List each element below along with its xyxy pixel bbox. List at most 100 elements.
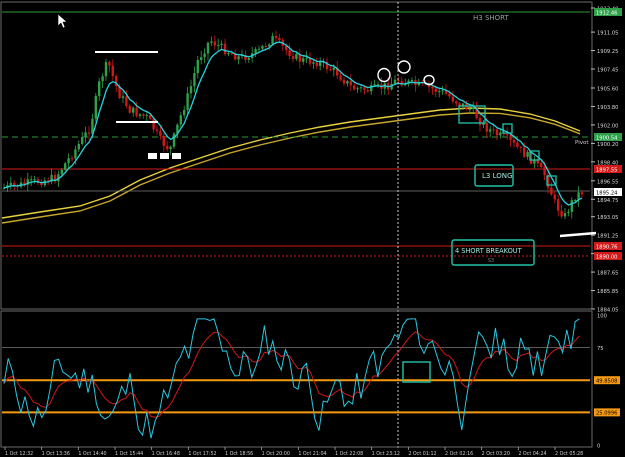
bull-candle-body — [247, 58, 250, 60]
stoch-level-tag-label: 49.8508 — [596, 378, 617, 384]
bear-candle-body — [264, 46, 267, 48]
bull-candle-body — [67, 158, 70, 164]
stoch-level-tag-label: 25.0996 — [596, 411, 617, 417]
bear-candle-body — [339, 75, 342, 80]
time-axis-label: 1 Oct 13:36 — [42, 451, 70, 457]
bull-candle-body — [227, 53, 230, 55]
bull-candle-body — [410, 80, 414, 82]
pivot-label: Pivot — [575, 140, 589, 146]
bull-candle-body — [138, 114, 142, 116]
bull-candle-body — [210, 41, 213, 43]
bear-candle-body — [329, 69, 332, 71]
bull-candle-body — [393, 79, 397, 84]
stoch-scale-label: 75 — [597, 346, 604, 352]
time-axis-label: 1 Oct 21:04 — [298, 451, 326, 457]
bear-candle-body — [485, 122, 488, 132]
bear-candle-body — [288, 50, 291, 57]
bear-candle-body — [519, 146, 522, 148]
bull-candle-body — [254, 49, 257, 54]
bull-candle-body — [98, 81, 101, 96]
bear-candle-body — [553, 194, 556, 200]
bear-candle-body — [540, 163, 543, 167]
bear-candle-body — [455, 101, 458, 104]
bull-candle-body — [302, 58, 305, 62]
bear-candle-body — [523, 147, 526, 157]
bull-candle-body — [563, 213, 567, 217]
bear-candle-body — [162, 135, 165, 146]
time-axis-label: 1 Oct 14:40 — [78, 451, 106, 457]
bear-candle-body — [213, 41, 216, 46]
bull-candle-body — [271, 36, 274, 45]
bear-candle-body — [536, 160, 539, 164]
bull-candle-body — [319, 61, 322, 67]
bear-candle-body — [315, 62, 318, 67]
trading-chart[interactable]: H3 SHORTL3 LONG4 SHORT BREAKOUTS3 1913.4… — [0, 0, 625, 457]
bear-candle-body — [506, 134, 509, 136]
bull-candle-body — [186, 93, 189, 110]
bear-candle-body — [434, 88, 437, 92]
price-axis-label: 1891.25 — [597, 234, 618, 240]
bull-candle-body — [33, 179, 36, 181]
price-axis-label: 1896.55 — [597, 179, 618, 185]
bear-candle-body — [363, 87, 366, 91]
bull-candle-body — [346, 81, 349, 84]
price-axis-label: 1907.45 — [597, 68, 618, 74]
bear-candle-body — [291, 56, 295, 60]
bull-candle-body — [64, 163, 67, 170]
time-axis-label: 2 Oct 04:24 — [518, 451, 546, 457]
bear-candle-body — [128, 106, 131, 113]
price-tag-label: 1890.76 — [596, 244, 617, 250]
bear-candle-body — [155, 129, 159, 131]
price-axis-label: 1885.85 — [597, 289, 618, 295]
bear-candle-body — [159, 130, 162, 136]
time-axis-label: 2 Oct 01:12 — [408, 451, 436, 457]
bull-candle-body — [183, 109, 186, 116]
stoch-scale-label: 100 — [597, 314, 607, 320]
price-axis-label: 1903.80 — [597, 105, 618, 111]
bull-candle-body — [499, 132, 502, 136]
bear-candle-body — [274, 36, 278, 39]
bear-candle-body — [451, 96, 454, 102]
time-axis-label: 1 Oct 18:56 — [225, 451, 253, 457]
bull-candle-body — [30, 179, 33, 181]
bull-candle-body — [101, 76, 104, 82]
bear-candle-body — [448, 93, 451, 97]
bear-candle-body — [431, 86, 434, 89]
price-tag-label: 1890.00 — [596, 254, 617, 260]
price-axis-label: 1909.25 — [597, 49, 618, 55]
bear-candle-body — [135, 107, 138, 116]
bull-candle-body — [196, 59, 199, 74]
bull-candle-body — [237, 56, 240, 60]
bull-candle-body — [574, 199, 577, 201]
bear-candle-body — [349, 81, 352, 86]
bull-candle-body — [203, 53, 206, 58]
bull-candle-body — [132, 107, 135, 113]
l3-long-label: L3 LONG — [482, 172, 512, 180]
time-axis-label: 1 Oct 22:08 — [335, 451, 363, 457]
time-axis-label: 2 Oct 03:20 — [482, 451, 510, 457]
price-axis-label: 1900.20 — [597, 142, 618, 148]
price-axis-label: 1902.00 — [597, 123, 618, 129]
bull-candle-body — [172, 133, 176, 147]
bull-candle-body — [189, 86, 193, 94]
bull-candle-body — [74, 149, 77, 159]
bull-candle-body — [9, 182, 12, 186]
bull-candle-body — [145, 115, 148, 117]
bear-candle-body — [478, 117, 482, 125]
price-axis-label: 1887.65 — [597, 271, 618, 277]
bull-candle-body — [305, 57, 308, 59]
bull-candle-body — [206, 42, 210, 54]
bull-candle-body — [533, 160, 536, 164]
time-axis-label: 1 Oct 17:52 — [188, 451, 216, 457]
time-axis-label: 2 Oct 02:16 — [445, 451, 473, 457]
bear-candle-body — [342, 79, 346, 84]
time-axis-label: 2 Oct 05:28 — [555, 451, 583, 457]
bear-candle-body — [543, 166, 546, 176]
bull-candle-body — [332, 67, 335, 70]
bull-candle-body — [359, 87, 363, 89]
bull-candle-body — [220, 43, 223, 45]
bull-candle-body — [193, 73, 196, 87]
bear-candle-body — [550, 187, 553, 195]
bull-candle-body — [567, 211, 570, 214]
bull-candle-body — [217, 44, 220, 46]
